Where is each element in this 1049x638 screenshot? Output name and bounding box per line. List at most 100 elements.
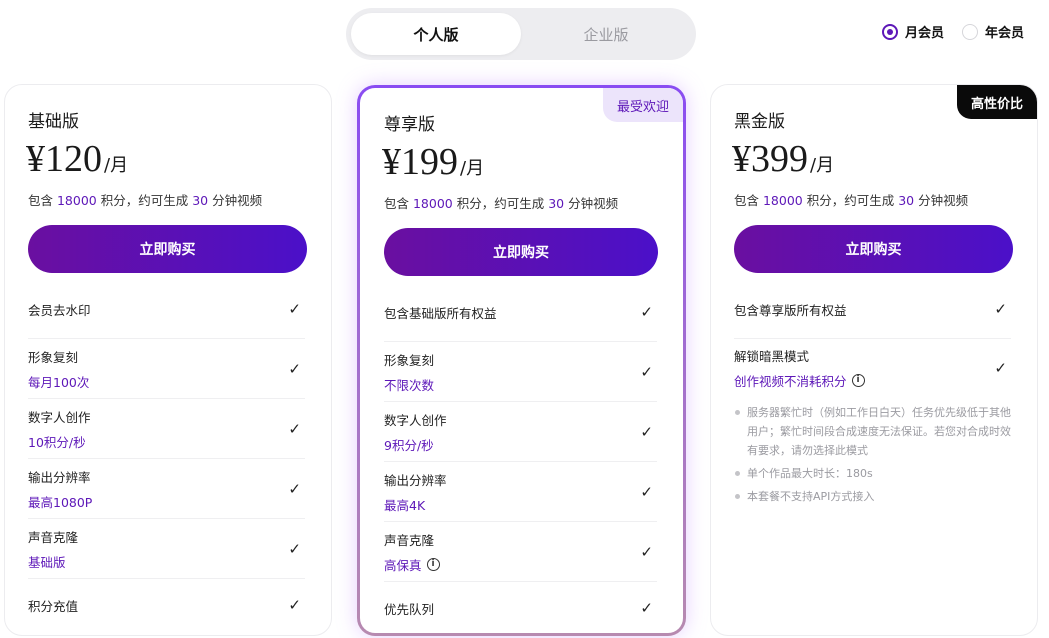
- credits-description: 包含 18000 积分，约可生成 30 分钟视频: [28, 190, 262, 209]
- plan-name: 黑金版: [734, 112, 785, 132]
- check-icon: ✓: [994, 300, 1007, 318]
- check-icon: ✓: [640, 422, 653, 441]
- yearly-radio[interactable]: [962, 23, 979, 40]
- feature-detail: 每月100次: [28, 374, 90, 390]
- check-icon: ✓: [288, 419, 301, 438]
- feature-title: 声音克隆: [384, 532, 435, 548]
- tab-personal[interactable]: 个人版: [351, 13, 521, 55]
- yearly-option[interactable]: 年会员: [962, 22, 1024, 41]
- feature-list: 会员去水印 ✓ 形象复刻 每月100次 ✓ 数字人创作 10积分/秒 ✓ 输出分…: [28, 280, 305, 631]
- check-icon: ✓: [640, 599, 653, 617]
- credits-points: 18000: [56, 193, 97, 208]
- credits-suffix: 分钟视频: [914, 193, 969, 208]
- edition-switch: 个人版 企业版: [346, 8, 696, 60]
- price: ¥399 /月: [732, 137, 834, 181]
- feature-detail: 高保真 i: [384, 555, 657, 574]
- feature-item: 形象复刻 每月100次 ✓: [28, 339, 305, 399]
- check-icon: ✓: [288, 359, 301, 378]
- buy-button-basic[interactable]: 立即购买: [28, 225, 307, 273]
- price-unit: /月: [460, 158, 485, 179]
- feature-title: 积分充值: [28, 598, 79, 614]
- feature-item: 声音克隆 高保真 i ✓: [384, 522, 657, 582]
- credits-minutes: 30: [548, 196, 565, 211]
- price-unit: /月: [810, 155, 835, 176]
- check-icon: ✓: [288, 596, 301, 614]
- credits-mid: 积分，约可生成: [452, 196, 549, 211]
- check-icon: ✓: [640, 542, 653, 561]
- price-unit: /月: [104, 155, 129, 176]
- feature-title: 数字人创作: [28, 409, 91, 425]
- feature-item: 输出分辨率 最高1080P ✓: [28, 459, 305, 519]
- feature-title: 形象复刻: [384, 352, 435, 368]
- price: ¥120 /月: [26, 137, 128, 181]
- feature-title: 输出分辨率: [384, 472, 447, 488]
- feature-detail: 10积分/秒: [28, 434, 86, 450]
- feature-list: 包含基础版所有权益 ✓ 形象复刻 不限次数 ✓ 数字人创作 9积分/秒 ✓ 输出…: [384, 283, 657, 633]
- plan-card-black-gold: 高性价比 黑金版 ¥399 /月 包含 18000 积分，约可生成 30 分钟视…: [710, 84, 1038, 636]
- credits-prefix: 包含: [384, 196, 413, 211]
- feature-detail-text: 高保真: [384, 557, 422, 573]
- info-icon[interactable]: i: [851, 374, 865, 387]
- credits-prefix: 包含: [734, 193, 763, 208]
- monthly-option[interactable]: 月会员: [882, 22, 944, 41]
- plan-name: 基础版: [28, 112, 79, 132]
- pricing-page: 个人版 企业版 月会员 年会员 基础版 ¥120 /月 包含 18000 积分，…: [0, 0, 1049, 638]
- price: ¥199 /月: [382, 140, 484, 184]
- feature-detail: 最高4K: [384, 497, 426, 513]
- check-icon: ✓: [288, 539, 301, 558]
- credits-prefix: 包含: [28, 193, 57, 208]
- feature-item: 会员去水印 ✓: [28, 280, 305, 339]
- check-icon: ✓: [640, 482, 653, 501]
- feature-title: 解锁暗黑模式: [734, 349, 810, 364]
- credits-description: 包含 18000 积分，约可生成 30 分钟视频: [734, 190, 968, 209]
- credits-mid: 积分，约可生成: [802, 193, 899, 208]
- buy-button-premium[interactable]: 立即购买: [384, 228, 658, 276]
- buy-button-black-gold[interactable]: 立即购买: [734, 225, 1013, 273]
- credits-minutes: 30: [898, 193, 915, 208]
- feature-title: 数字人创作: [384, 412, 447, 428]
- check-icon: ✓: [640, 303, 653, 321]
- feature-item: 数字人创作 9积分/秒 ✓: [384, 402, 657, 462]
- monthly-radio[interactable]: [882, 23, 898, 40]
- credits-suffix: 分钟视频: [564, 196, 619, 211]
- plan-name: 尊享版: [384, 115, 435, 135]
- credits-minutes: 30: [192, 193, 209, 208]
- feature-detail: 最高1080P: [28, 494, 93, 510]
- plan-card-premium: 最受欢迎 尊享版 ¥199 /月 包含 18000 积分，约可生成 30 分钟视…: [357, 85, 686, 636]
- feature-item: 包含基础版所有权益 ✓: [384, 283, 657, 342]
- feature-title: 声音克隆: [28, 529, 79, 545]
- best-value-badge: 高性价比: [956, 85, 1037, 119]
- feature-title: 优先队列: [384, 601, 435, 617]
- feature-item: 声音克隆 基础版 ✓: [28, 519, 305, 579]
- credits-points: 18000: [412, 196, 453, 211]
- feature-list: 包含尊享版所有权益 ✓ 解锁暗黑模式 创作视频不消耗积分 i ✓: [734, 280, 1011, 397]
- note-item: 服务器繁忙时（例如工作日白天）任务优先级低于其他用户；繁忙时间段合成速度无法保证…: [734, 403, 1015, 460]
- feature-item: 优先队列 ✓: [384, 582, 657, 633]
- credits-mid: 积分，约可生成: [96, 193, 193, 208]
- feature-detail: 不限次数: [384, 377, 435, 393]
- feature-item: 数字人创作 10积分/秒 ✓: [28, 399, 305, 459]
- tab-enterprise[interactable]: 企业版: [521, 13, 691, 55]
- feature-detail: 创作视频不消耗积分 i: [734, 371, 1011, 390]
- feature-title: 包含尊享版所有权益: [734, 302, 847, 318]
- info-icon[interactable]: i: [426, 557, 440, 571]
- feature-item: 解锁暗黑模式 创作视频不消耗积分 i ✓: [734, 339, 1011, 397]
- note-item: 单个作品最大时长：180s: [734, 464, 1015, 483]
- credits-points: 18000: [762, 193, 803, 208]
- plan-notes: 服务器繁忙时（例如工作日白天）任务优先级低于其他用户；繁忙时间段合成速度无法保证…: [734, 403, 1015, 510]
- feature-detail-text: 创作视频不消耗积分: [734, 374, 847, 389]
- feature-item: 积分充值 ✓: [28, 579, 305, 631]
- feature-title: 形象复刻: [28, 349, 79, 365]
- feature-detail: 9积分/秒: [384, 437, 434, 453]
- check-icon: ✓: [640, 362, 653, 381]
- plan-card-basic: 基础版 ¥120 /月 包含 18000 积分，约可生成 30 分钟视频 立即购…: [4, 84, 332, 636]
- feature-item: 形象复刻 不限次数 ✓: [384, 342, 657, 402]
- note-item: 本套餐不支持API方式接入: [734, 487, 1015, 506]
- feature-title: 包含基础版所有权益: [384, 305, 497, 321]
- price-amount: ¥120: [26, 138, 102, 180]
- check-icon: ✓: [994, 359, 1007, 377]
- credits-suffix: 分钟视频: [208, 193, 263, 208]
- billing-period-selector: 月会员 年会员: [882, 22, 1024, 41]
- monthly-label: 月会员: [905, 26, 945, 41]
- check-icon: ✓: [288, 300, 301, 318]
